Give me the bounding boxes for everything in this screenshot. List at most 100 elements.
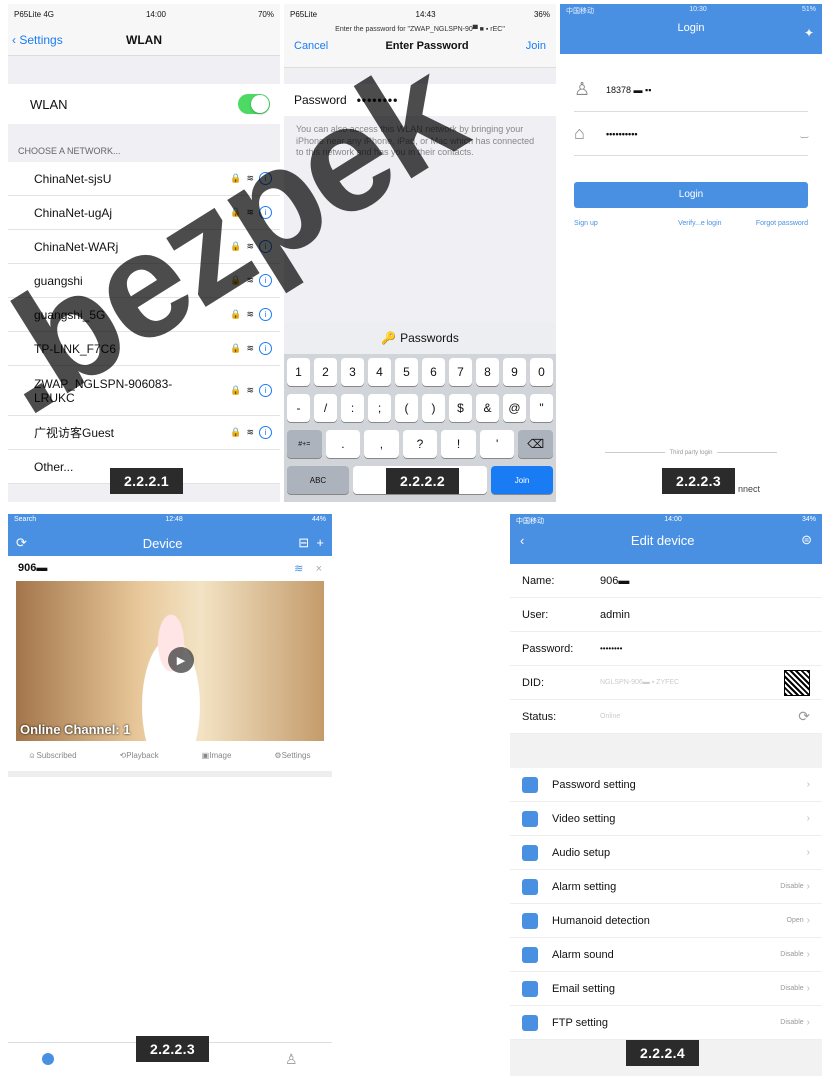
network-item[interactable]: ZWAP_NGLSPN-906083-LRUKC 🔒 ≋ i <box>8 366 280 416</box>
key[interactable]: 1 <box>287 358 310 386</box>
key[interactable]: @ <box>503 394 526 422</box>
name-field[interactable]: Name: 906▬ <box>510 564 822 598</box>
add-icon[interactable]: + <box>316 535 324 550</box>
menu-item[interactable]: FTP setting Disable › <box>510 1006 822 1040</box>
key-row-3: #+=.,?! ' ⌫ <box>284 426 556 462</box>
scan-icon[interactable]: ⊟ <box>298 535 309 550</box>
subscribed-tab[interactable]: ⍝ Subscribed <box>29 751 76 761</box>
chevron-right-icon: › <box>806 813 810 824</box>
network-item[interactable]: TP-LINK_F7C6 🔒 ≋ i <box>8 332 280 366</box>
key[interactable]: ; <box>368 394 391 422</box>
network-item[interactable]: ChinaNet-ugAj 🔒 ≋ i <box>8 196 280 230</box>
username-field[interactable]: ♙ 18378 ▬ ▪▪ <box>574 68 808 112</box>
key[interactable]: 3 <box>341 358 364 386</box>
user-field[interactable]: User: admin <box>510 598 822 632</box>
cancel-button[interactable]: Cancel <box>294 40 328 52</box>
did-field[interactable]: DID: NGLSPN-906▬ ▪ ZYFEC <box>510 666 822 700</box>
key[interactable]: 9 <box>503 358 526 386</box>
key[interactable]: 4 <box>368 358 391 386</box>
key[interactable]: 5 <box>395 358 418 386</box>
key[interactable]: $ <box>449 394 472 422</box>
device-icon <box>42 1052 55 1065</box>
symbols-key[interactable]: #+= <box>287 430 322 458</box>
tab-me[interactable]: ♙ <box>285 1051 298 1068</box>
info-icon[interactable]: i <box>259 426 272 439</box>
info-icon[interactable]: i <box>259 206 272 219</box>
key[interactable]: " <box>530 394 553 422</box>
key[interactable]: 0 <box>530 358 553 386</box>
password-field[interactable]: ⌂ •••••••••• ‿ <box>574 112 808 156</box>
join-key[interactable]: Join <box>491 466 553 494</box>
network-item[interactable]: guangshi_5G 🔒 ≋ i <box>8 298 280 332</box>
key[interactable]: ! <box>441 430 476 458</box>
key[interactable]: 6 <box>422 358 445 386</box>
menu-item[interactable]: Email setting Disable › <box>510 972 822 1006</box>
key[interactable]: ( <box>395 394 418 422</box>
menu-item[interactable]: Alarm sound Disable › <box>510 938 822 972</box>
info-icon[interactable]: i <box>259 172 272 185</box>
key[interactable]: . <box>325 430 361 458</box>
key[interactable]: 7 <box>449 358 472 386</box>
join-button[interactable]: Join <box>526 40 546 52</box>
video-preview[interactable]: ▶ Online Channel: 1 <box>16 581 324 741</box>
refresh-icon[interactable]: ⟳ <box>16 535 27 551</box>
key[interactable]: ' <box>479 430 515 458</box>
network-item[interactable]: ChinaNet-sjsU 🔒 ≋ i <box>8 162 280 196</box>
menu-item[interactable]: Audio setup › <box>510 836 822 870</box>
wlan-toggle[interactable] <box>238 94 270 114</box>
verify-login-link[interactable]: Verify...e login <box>678 220 721 227</box>
key[interactable]: 2 <box>314 358 337 386</box>
key[interactable]: 8 <box>476 358 499 386</box>
chevron-right-icon: › <box>806 949 810 960</box>
edit-device-screen: 中国移动 14:00 34% ‹ Edit device ⊜ Name: 906▬ Use… <box>510 514 822 1076</box>
key[interactable]: : <box>341 394 364 422</box>
info-icon[interactable]: i <box>259 384 272 397</box>
info-icon[interactable]: i <box>259 274 272 287</box>
menu-item[interactable]: Alarm setting Disable › <box>510 870 822 904</box>
time: 14:00 <box>145 9 167 19</box>
network-item[interactable]: ChinaNet-WARj 🔒 ≋ i <box>8 230 280 264</box>
user-icon: ♙ <box>285 1051 298 1067</box>
password-field[interactable]: •••••••• <box>357 93 399 107</box>
passwords-bar[interactable]: 🔑 Passwords <box>284 322 556 354</box>
info-icon[interactable]: i <box>259 308 272 321</box>
key[interactable]: ) <box>422 394 445 422</box>
network-item[interactable]: guangshi 🔒 ≋ i <box>8 264 280 298</box>
refresh-icon[interactable]: ⟳ <box>798 708 810 725</box>
play-icon[interactable]: ▶ <box>168 647 194 673</box>
image-tab[interactable]: ▣Image <box>202 751 232 761</box>
key[interactable]: ? <box>402 430 438 458</box>
network-item[interactable]: 广视访客Guest 🔒 ≋ i <box>8 416 280 450</box>
playback-tab[interactable]: ⟲Playback <box>120 751 159 761</box>
info-icon[interactable]: i <box>259 240 272 253</box>
qr-code-icon[interactable] <box>784 669 810 696</box>
forgot-password-link[interactable]: Forgot password <box>756 220 808 227</box>
menu-item[interactable]: Video setting › <box>510 802 822 836</box>
backspace-key[interactable]: ⌫ <box>518 430 554 458</box>
save-icon[interactable]: ⊜ <box>801 532 812 548</box>
tab-device[interactable] <box>42 1052 55 1067</box>
info-icon[interactable]: i <box>259 342 272 355</box>
key[interactable]: / <box>314 394 337 422</box>
lock-icon: 🔒 <box>230 343 242 353</box>
page-title: Login <box>677 22 705 34</box>
help-text: You can also access this WLAN network by… <box>296 124 535 158</box>
settings-tab[interactable]: ⚙Settings <box>274 751 310 761</box>
status-bar: P65Lite 14:43 36% <box>290 9 550 19</box>
key[interactable]: - <box>287 394 310 422</box>
links: Sign up Verify...e login Forgot password <box>574 220 808 227</box>
close-icon[interactable]: × <box>316 563 322 575</box>
abc-key[interactable]: ABC <box>287 466 349 494</box>
key[interactable]: & <box>476 394 499 422</box>
signup-link[interactable]: Sign up <box>574 220 598 227</box>
menu-item[interactable]: Humanoid detection Open › <box>510 904 822 938</box>
login-button[interactable]: Login <box>574 182 808 208</box>
eye-icon[interactable]: ‿ <box>801 128 808 139</box>
password-field[interactable]: Password: •••••••• <box>510 632 822 666</box>
back-button[interactable]: ‹ Settings <box>12 33 63 47</box>
settings-icon[interactable]: ✦ <box>804 26 814 40</box>
menu-item[interactable]: Password setting › <box>510 768 822 802</box>
key[interactable]: , <box>364 430 399 458</box>
back-icon[interactable]: ‹ <box>520 533 524 548</box>
header: P65Lite 14:43 36% Enter the password for… <box>284 4 556 68</box>
